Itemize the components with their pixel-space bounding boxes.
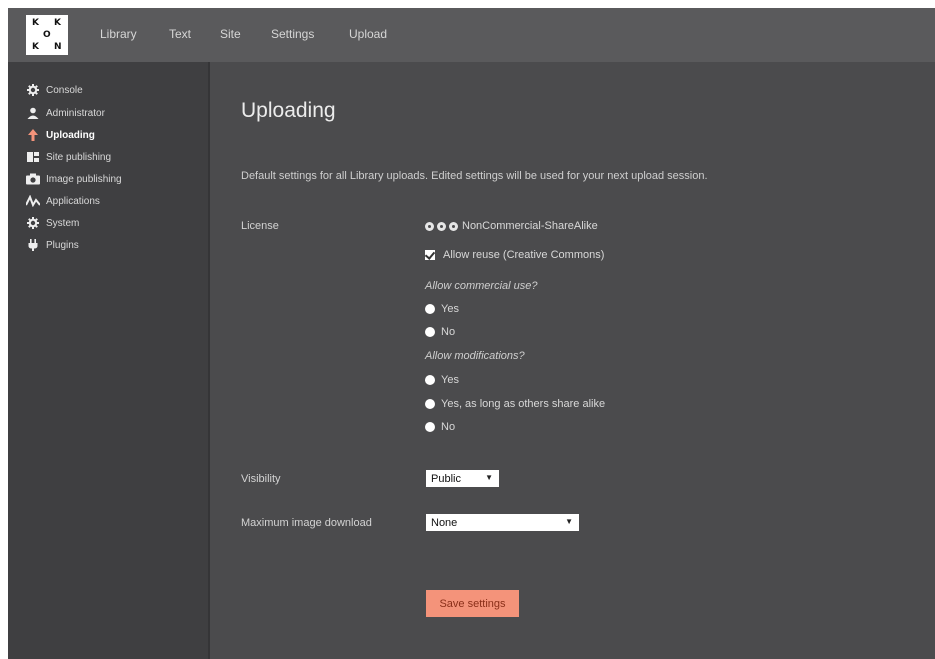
nav-settings[interactable]: Settings: [271, 27, 314, 41]
sidebar-item-image-publishing[interactable]: Image publishing: [26, 171, 122, 187]
camera-icon: [26, 173, 40, 185]
page-title: Uploading: [241, 99, 336, 122]
nav-site[interactable]: Site: [220, 27, 241, 41]
radio-label: Yes: [441, 303, 459, 315]
modifications-yes-radio[interactable]: Yes: [425, 374, 459, 386]
license-label: License: [241, 220, 279, 232]
radio-label: Yes: [441, 374, 459, 386]
visibility-value: Public: [431, 472, 461, 485]
modifications-share-alike-radio[interactable]: Yes, as long as others share alike: [425, 398, 605, 410]
allow-reuse-label: Allow reuse (Creative Commons): [443, 249, 605, 261]
radio-label: No: [441, 421, 456, 433]
gear-icon: [26, 84, 40, 96]
nav-upload[interactable]: Upload: [349, 27, 387, 41]
max-download-select[interactable]: None ▼: [426, 514, 579, 531]
radio-label: No: [441, 326, 456, 338]
koken-logo[interactable]: K K O K N: [26, 15, 68, 55]
visibility-label: Visibility: [241, 473, 281, 485]
radio-icon[interactable]: [425, 422, 435, 432]
pulse-icon: [26, 195, 40, 207]
max-download-value: None: [431, 516, 458, 529]
settings-sidebar: Console Administrator Uploading Site pub…: [8, 62, 210, 659]
commercial-use-question: Allow commercial use?: [425, 280, 538, 292]
gear-icon: [26, 217, 40, 229]
max-download-label: Maximum image download: [241, 517, 372, 529]
sidebar-item-label: Uploading: [46, 129, 95, 141]
nav-library[interactable]: Library: [100, 27, 137, 41]
app-window: K K O K N Library Text Site Settings Upl…: [8, 8, 935, 659]
radio-label: Yes, as long as others share alike: [441, 398, 606, 410]
sidebar-item-uploading[interactable]: Uploading: [26, 127, 95, 143]
dropdown-arrow-icon: ▼: [565, 517, 573, 526]
plug-icon: [26, 239, 40, 251]
sidebar-item-system[interactable]: System: [26, 215, 79, 231]
sidebar-item-administrator[interactable]: Administrator: [26, 105, 105, 121]
sidebar-item-console[interactable]: Console: [26, 82, 83, 98]
license-current: NonCommercial-ShareAlike: [425, 220, 598, 232]
commercial-no-radio[interactable]: No: [425, 326, 455, 338]
sidebar-item-label: Applications: [46, 195, 100, 207]
nav-text[interactable]: Text: [169, 27, 191, 41]
logo-letter: N: [54, 42, 62, 52]
upload-arrow-icon: [26, 129, 40, 141]
top-navigation-bar: K K O K N Library Text Site Settings Upl…: [8, 8, 935, 62]
logo-letter: O: [43, 30, 51, 40]
sidebar-item-label: System: [46, 217, 80, 229]
radio-icon[interactable]: [425, 304, 435, 314]
logo-letter: K: [32, 18, 39, 28]
radio-icon[interactable]: [425, 327, 435, 337]
modifications-question: Allow modifications?: [425, 350, 525, 362]
site-icon: [26, 151, 40, 163]
logo-letter: K: [32, 42, 39, 52]
sidebar-item-applications[interactable]: Applications: [26, 193, 100, 209]
modifications-no-radio[interactable]: No: [425, 421, 455, 433]
allow-reuse-checkbox[interactable]: Allow reuse (Creative Commons): [425, 249, 604, 261]
page-description: Default settings for all Library uploads…: [241, 170, 708, 182]
sidebar-item-label: Site publishing: [46, 151, 112, 163]
user-icon: [26, 107, 40, 119]
license-current-value: NonCommercial-ShareAlike: [462, 220, 598, 232]
visibility-select[interactable]: Public ▼: [426, 470, 499, 487]
save-settings-button[interactable]: Save settings: [426, 590, 519, 617]
sidebar-item-label: Administrator: [46, 107, 105, 119]
radio-icon[interactable]: [425, 399, 435, 409]
commercial-yes-radio[interactable]: Yes: [425, 303, 459, 315]
sidebar-item-site-publishing[interactable]: Site publishing: [26, 149, 111, 165]
logo-letter: K: [54, 18, 61, 28]
sidebar-item-label: Plugins: [46, 239, 79, 251]
creative-commons-icon: [425, 221, 458, 231]
checkbox-checked-icon[interactable]: [425, 250, 435, 260]
sidebar-item-label: Console: [46, 84, 83, 96]
dropdown-arrow-icon: ▼: [485, 473, 493, 482]
sidebar-item-plugins[interactable]: Plugins: [26, 237, 79, 253]
radio-icon[interactable]: [425, 375, 435, 385]
sidebar-item-label: Image publishing: [46, 173, 122, 185]
